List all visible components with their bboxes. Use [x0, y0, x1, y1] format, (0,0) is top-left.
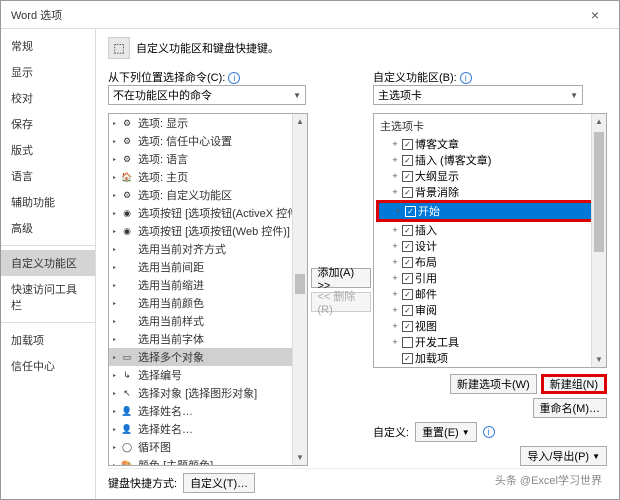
- content-pane: ⬚ 自定义功能区和键盘快捷键。 从下列位置选择命令(C):i 不在功能区中的命令…: [96, 29, 619, 499]
- command-item[interactable]: ▸👤选择姓名…: [109, 420, 307, 438]
- command-item[interactable]: ▸⚙选项: 信任中心设置: [109, 132, 307, 150]
- sidebar-item[interactable]: 保存: [1, 111, 95, 137]
- tree-heading: 主选项卡: [376, 116, 604, 136]
- command-item[interactable]: ▸👤选择姓名…: [109, 402, 307, 420]
- command-item[interactable]: ▸选用当前对齐方式: [109, 240, 307, 258]
- customize-ribbon-label: 自定义功能区(B):i: [373, 69, 607, 85]
- ribbon-tree[interactable]: 主选项卡 +✓博客文章+✓插入 (博客文章)+✓大纲显示+✓背景消除+✓开始+✓…: [373, 113, 607, 368]
- transfer-buttons: 添加(A) >> << 删除(R): [308, 113, 373, 466]
- chevron-down-icon: ▼: [293, 91, 301, 100]
- customizations-row: 自定义: 重置(E) ▼ i: [373, 422, 607, 442]
- command-item[interactable]: ▸↳选择编号: [109, 366, 307, 384]
- command-item[interactable]: ▸选用当前间距: [109, 258, 307, 276]
- info-icon[interactable]: i: [460, 72, 472, 84]
- tree-node[interactable]: +✓邮件: [376, 286, 604, 302]
- ribbon-column: 主选项卡 +✓博客文章+✓插入 (博客文章)+✓大纲显示+✓背景消除+✓开始+✓…: [373, 113, 607, 466]
- scroll-up-icon[interactable]: ▲: [293, 114, 307, 129]
- command-item[interactable]: ▸▭选择多个对象: [109, 348, 307, 366]
- sidebar-item[interactable]: 信任中心: [1, 353, 95, 379]
- dialog-body: 常规显示校对保存版式语言辅助功能高级自定义功能区快速访问工具栏加载项信任中心 ⬚…: [1, 29, 619, 499]
- tree-node[interactable]: +✓博客文章: [376, 136, 604, 152]
- tree-node[interactable]: +✓设计: [376, 238, 604, 254]
- command-item[interactable]: ▸⚙选项: 显示: [109, 114, 307, 132]
- dialog-title: Word 选项: [11, 7, 62, 23]
- watermark: 头条 @Excel学习世界: [495, 472, 602, 488]
- header-text: 自定义功能区和键盘快捷键。: [136, 40, 279, 56]
- info-icon[interactable]: i: [228, 72, 240, 84]
- tree-node[interactable]: +✓审阅: [376, 302, 604, 318]
- command-item[interactable]: ▸选用当前字体: [109, 330, 307, 348]
- sidebar-item[interactable]: 显示: [1, 59, 95, 85]
- sidebar-item[interactable]: 语言: [1, 163, 95, 189]
- sidebar-item[interactable]: 辅助功能: [1, 189, 95, 215]
- tree-node[interactable]: +✓大纲显示: [376, 168, 604, 184]
- tree-node[interactable]: ✓加载项: [376, 350, 604, 366]
- close-icon[interactable]: ×: [575, 7, 615, 23]
- import-export-button[interactable]: 导入/导出(P) ▼: [520, 446, 607, 466]
- tree-node[interactable]: +✓引用: [376, 270, 604, 286]
- sidebar: 常规显示校对保存版式语言辅助功能高级自定义功能区快速访问工具栏加载项信任中心: [1, 29, 96, 499]
- new-tab-button[interactable]: 新建选项卡(W): [450, 374, 537, 394]
- sidebar-item[interactable]: 加载项: [1, 327, 95, 353]
- scroll-down-icon[interactable]: ▼: [293, 450, 307, 465]
- choose-from-label: 从下列位置选择命令(C):i: [108, 69, 308, 85]
- commands-listbox[interactable]: ▸⚙选项: 显示▸⚙选项: 信任中心设置▸⚙选项: 语言▸🏠选项: 主页▸⚙选项…: [108, 113, 308, 466]
- command-item[interactable]: ▸◉选项按钮 [选项按钮(Web 控件)]: [109, 222, 307, 240]
- commands-column: ▸⚙选项: 显示▸⚙选项: 信任中心设置▸⚙选项: 语言▸🏠选项: 主页▸⚙选项…: [108, 113, 308, 466]
- customizations-label: 自定义:: [373, 424, 409, 440]
- command-item[interactable]: ▸⚙选项: 语言: [109, 150, 307, 168]
- tree-node[interactable]: +✓视图: [376, 318, 604, 334]
- command-item[interactable]: ▸◉选项按钮 [选项按钮(ActiveX 控件)]: [109, 204, 307, 222]
- tree-node[interactable]: +✓帮助: [376, 366, 604, 368]
- command-item[interactable]: ▸选用当前缩进: [109, 276, 307, 294]
- ribbon-icon: ⬚: [108, 37, 130, 59]
- tree-node[interactable]: +开发工具: [376, 334, 604, 350]
- tree-node[interactable]: +✓插入: [376, 222, 604, 238]
- rename-button[interactable]: 重命名(M)…: [533, 398, 608, 418]
- sidebar-item[interactable]: 快速访问工具栏: [1, 276, 95, 318]
- tree-node[interactable]: +✓开始: [376, 200, 604, 222]
- keyboard-label: 键盘快捷方式:: [108, 475, 177, 491]
- sidebar-item[interactable]: 校对: [1, 85, 95, 111]
- reset-button[interactable]: 重置(E) ▼: [415, 422, 477, 442]
- scrollbar[interactable]: ▲ ▼: [591, 114, 606, 367]
- info-icon[interactable]: i: [483, 426, 495, 438]
- customize-keyboard-button[interactable]: 自定义(T)…: [183, 473, 255, 493]
- command-item[interactable]: ▸🏠选项: 主页: [109, 168, 307, 186]
- tree-node[interactable]: +✓布局: [376, 254, 604, 270]
- tree-node[interactable]: +✓插入 (博客文章): [376, 152, 604, 168]
- sidebar-item[interactable]: 高级: [1, 215, 95, 241]
- command-item[interactable]: ▸↖选择对象 [选择图形对象]: [109, 384, 307, 402]
- import-export-row: 导入/导出(P) ▼: [373, 446, 607, 466]
- titlebar: Word 选项 ×: [1, 1, 619, 29]
- scroll-thumb[interactable]: [594, 132, 604, 252]
- scroll-up-icon[interactable]: ▲: [592, 114, 606, 129]
- scrollbar[interactable]: ▲ ▼: [292, 114, 307, 465]
- command-item[interactable]: ▸⚙选项: 自定义功能区: [109, 186, 307, 204]
- sidebar-item[interactable]: 常规: [1, 33, 95, 59]
- scroll-thumb[interactable]: [295, 274, 305, 294]
- scroll-down-icon[interactable]: ▼: [592, 352, 606, 367]
- sidebar-item[interactable]: 版式: [1, 137, 95, 163]
- tree-node[interactable]: +✓背景消除: [376, 184, 604, 200]
- chevron-down-icon: ▼: [570, 91, 578, 100]
- command-item[interactable]: ▸选用当前颜色: [109, 294, 307, 312]
- word-options-dialog: Word 选项 × 常规显示校对保存版式语言辅助功能高级自定义功能区快速访问工具…: [0, 0, 620, 500]
- tab-group-buttons: 新建选项卡(W) 新建组(N) 重命名(M)…: [373, 374, 607, 418]
- command-item[interactable]: ▸选用当前样式: [109, 312, 307, 330]
- new-group-button[interactable]: 新建组(N): [541, 374, 607, 394]
- sidebar-item[interactable]: 自定义功能区: [1, 250, 95, 276]
- ribbon-target-combo[interactable]: 主选项卡▼: [373, 85, 583, 105]
- commands-from-combo[interactable]: 不在功能区中的命令▼: [108, 85, 306, 105]
- header: ⬚ 自定义功能区和键盘快捷键。: [108, 37, 607, 59]
- command-item[interactable]: ▸🎨颜色 [主题颜色]: [109, 456, 307, 465]
- remove-button: << 删除(R): [311, 292, 371, 312]
- command-item[interactable]: ▸◯循环图: [109, 438, 307, 456]
- add-button[interactable]: 添加(A) >>: [311, 268, 371, 288]
